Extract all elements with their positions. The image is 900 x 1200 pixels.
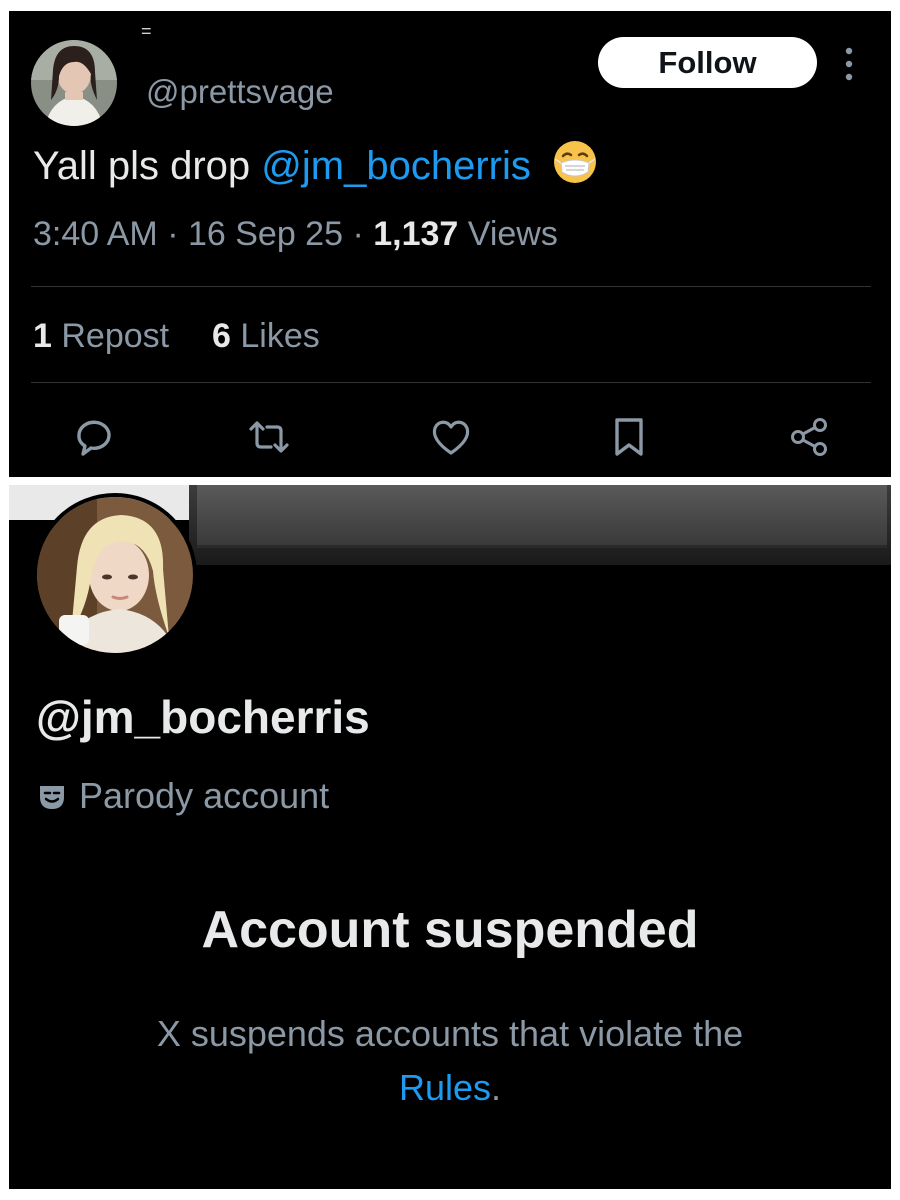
like-icon[interactable] xyxy=(429,415,473,459)
more-options-icon[interactable] xyxy=(844,47,854,81)
parody-label-text: Parody account xyxy=(79,775,330,816)
menu-glyph: = xyxy=(141,21,152,41)
suspended-title: Account suspended xyxy=(201,901,699,959)
repost-count: 1 xyxy=(33,317,52,355)
profile-handle: @jm_bocherris xyxy=(36,691,370,743)
tweet-time: 3:40 AM xyxy=(33,215,158,253)
likes-count: 6 xyxy=(212,317,231,355)
divider xyxy=(31,382,871,383)
suspended-message-suffix: . xyxy=(491,1067,502,1108)
tweet-author-handle[interactable]: @prettsvage xyxy=(146,73,334,111)
repost-label: Repost xyxy=(61,317,170,355)
suspended-message-text: X suspends accounts that violate the xyxy=(156,1013,744,1054)
profile-avatar[interactable] xyxy=(33,493,197,657)
tweet-card: = @prettsvage Follow Yall pls drop @jm_b… xyxy=(9,11,891,477)
repost-icon[interactable] xyxy=(247,415,291,459)
tweet-text: Yall pls drop @jm_bocherris xyxy=(33,139,598,195)
reply-icon[interactable] xyxy=(73,415,117,459)
profile-banner xyxy=(189,485,891,565)
repost-stat[interactable]: 1 Repost xyxy=(33,317,179,355)
divider xyxy=(31,286,871,287)
tweet-views-label: Views xyxy=(467,215,558,253)
parody-label: Parody account xyxy=(37,775,329,817)
tweet-stats: 1 Repost 6 Likes xyxy=(33,317,320,356)
mask-face-emoji xyxy=(552,139,598,195)
user-avatar[interactable] xyxy=(31,40,117,126)
rules-link[interactable]: Rules xyxy=(399,1067,491,1108)
tweet-mention-link[interactable]: @jm_bocherris xyxy=(261,144,531,188)
theater-mask-icon xyxy=(40,786,64,809)
tweet-date: 16 Sep 25 xyxy=(187,215,343,253)
share-icon[interactable] xyxy=(787,415,831,459)
tweet-text-prefix: Yall pls drop xyxy=(33,144,251,188)
tweet-meta: 3:40 AM · 16 Sep 25 · 1,137 Views xyxy=(33,215,558,253)
bookmark-icon[interactable] xyxy=(607,415,651,459)
likes-label: Likes xyxy=(240,317,320,355)
suspended-message: X suspends accounts that violate the Rul… xyxy=(9,1007,891,1115)
follow-button[interactable]: Follow xyxy=(598,37,817,88)
tweet-views-count: 1,137 xyxy=(373,215,459,253)
likes-stat[interactable]: 6 Likes xyxy=(212,317,320,355)
profile-page: @jm_bocherris Parody account Account sus… xyxy=(9,485,891,1189)
